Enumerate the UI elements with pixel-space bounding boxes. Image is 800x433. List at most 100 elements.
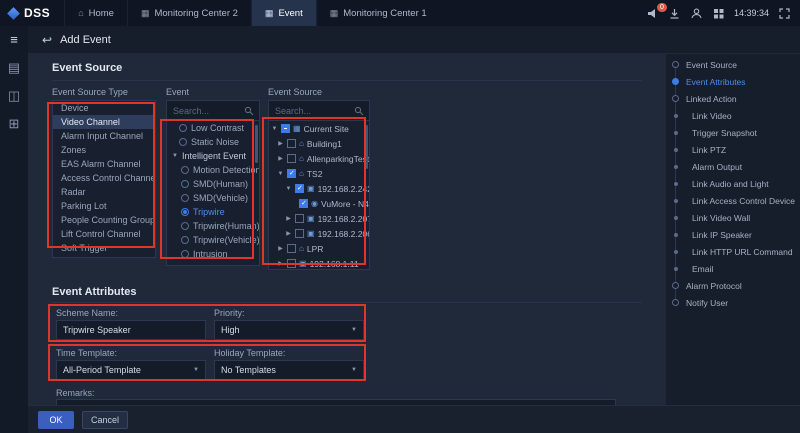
checkbox[interactable] <box>295 214 304 223</box>
event-option[interactable]: Tripwire(Human) <box>167 219 259 233</box>
checkbox-checked[interactable] <box>299 199 308 208</box>
tree-node-building1[interactable]: ▶ ⌂ Building1 <box>269 136 369 151</box>
nav-email[interactable]: Email <box>670 260 800 277</box>
dropdown-arrow-icon: ▼ <box>193 367 199 373</box>
tree-node-label: AllenparkingTest <box>307 154 369 164</box>
event-option[interactable]: Intrusion <box>167 247 259 261</box>
monitor-panel-icon[interactable]: ▤ <box>8 61 20 74</box>
nav-link-ip-speaker[interactable]: Link IP Speaker <box>670 226 800 243</box>
event-option[interactable]: SMD(Vehicle) <box>167 191 259 205</box>
event-option[interactable]: Static Noise <box>167 135 259 149</box>
tools-panel-icon[interactable]: ⊞ <box>9 117 20 130</box>
nav-alarm-output[interactable]: Alarm Output <box>670 158 800 175</box>
tree-node-device-242[interactable]: ▼ ▣ 192.168.2.242 <box>269 181 369 196</box>
tab-monitoring-center-1[interactable]: ▦ Monitoring Center 1 <box>316 0 440 26</box>
nav-alarm-protocol[interactable]: Alarm Protocol <box>670 277 800 294</box>
dropdown-arrow-icon: ▼ <box>351 327 357 333</box>
tab-home[interactable]: ⌂ Home <box>64 0 127 26</box>
chevron-down-icon[interactable]: ▼ <box>271 126 278 132</box>
tree-node-device-112[interactable]: ▶ ▣ 192.168.1.11 <box>269 256 369 270</box>
tree-node-current-site[interactable]: ▼ ▦ Current Site <box>269 121 369 136</box>
chevron-right-icon[interactable]: ▶ <box>277 155 284 162</box>
nav-event-source[interactable]: Event Source <box>670 56 800 73</box>
event-option[interactable]: Low Contrast <box>167 121 259 135</box>
event-option-selected[interactable]: Tripwire <box>167 205 259 219</box>
nav-link-access-control-device[interactable]: Link Access Control Device <box>670 192 800 209</box>
chevron-right-icon[interactable]: ▶ <box>277 260 284 267</box>
tree-scrollbar[interactable] <box>365 125 368 169</box>
apps-icon[interactable] <box>712 7 725 20</box>
download-icon[interactable] <box>668 7 681 20</box>
column-label-event: Event <box>166 87 189 97</box>
camera-icon: ◉ <box>311 200 318 208</box>
chevron-down-icon[interactable]: ▼ <box>277 171 284 177</box>
source-type-item-selected[interactable]: Video Channel <box>53 115 155 129</box>
layers-panel-icon[interactable]: ◫ <box>8 89 20 102</box>
checkbox[interactable] <box>287 139 296 148</box>
event-option[interactable]: Motion Detection <box>167 163 259 177</box>
tree-node-label: 192.168.2.242 <box>318 184 370 194</box>
checkbox[interactable] <box>287 259 296 268</box>
chevron-down-icon[interactable]: ▼ <box>285 186 292 192</box>
tree-node-camera-vumore[interactable]: ◉ VuMore - N4... <box>269 196 369 211</box>
source-type-item[interactable]: Zones <box>53 143 155 157</box>
checkbox[interactable] <box>295 229 304 238</box>
checkbox[interactable] <box>287 244 296 253</box>
source-type-item[interactable]: Device <box>53 101 155 115</box>
chevron-right-icon[interactable]: ▶ <box>285 230 292 237</box>
tree-node-allenparkingtest[interactable]: ▶ ⌂ AllenparkingTest <box>269 151 369 166</box>
chevron-right-icon[interactable]: ▶ <box>285 215 292 222</box>
nav-link-video-wall[interactable]: Link Video Wall <box>670 209 800 226</box>
tab-event[interactable]: ▦ Event <box>251 0 316 26</box>
holiday-template-select[interactable]: No Templates ▼ <box>214 360 364 380</box>
source-type-item[interactable]: People Counting Group <box>53 213 155 227</box>
source-type-item[interactable]: Lift Control Channel <box>53 227 155 241</box>
chevron-right-icon[interactable]: ▶ <box>277 245 284 252</box>
source-type-item[interactable]: Parking Lot <box>53 199 155 213</box>
menu-icon[interactable]: ≡ <box>10 33 18 46</box>
tree-node-device-207[interactable]: ▶ ▣ 192.168.2.207 <box>269 211 369 226</box>
source-type-item[interactable]: Alarm Input Channel <box>53 129 155 143</box>
checkbox-checked[interactable] <box>295 184 304 193</box>
device-icon: ▣ <box>307 215 315 223</box>
chevron-right-icon[interactable]: ▶ <box>277 140 284 147</box>
time-template-select[interactable]: All-Period Template ▼ <box>56 360 206 380</box>
cancel-button[interactable]: Cancel <box>82 411 128 429</box>
source-type-item[interactable]: Access Control Channel <box>53 171 155 185</box>
back-icon[interactable]: ↩ <box>42 33 52 47</box>
scheme-name-input[interactable] <box>56 320 206 340</box>
source-type-item[interactable]: EAS Alarm Channel <box>53 157 155 171</box>
event-option[interactable]: SMD(Human) <box>167 177 259 191</box>
priority-select[interactable]: High ▼ <box>214 320 364 340</box>
nav-link-http-url-command[interactable]: Link HTTP URL Command <box>670 243 800 260</box>
site-icon: ▦ <box>293 125 301 133</box>
source-type-item[interactable]: Radar <box>53 185 155 199</box>
nav-link-ptz[interactable]: Link PTZ <box>670 141 800 158</box>
tree-node-lpr[interactable]: ▶ ⌂ LPR <box>269 241 369 256</box>
nav-link-audio-and-light[interactable]: Link Audio and Light <box>670 175 800 192</box>
tree-node-device-206[interactable]: ▶ ▣ 192.168.2.206 <box>269 226 369 241</box>
nav-linked-action[interactable]: Linked Action <box>670 90 800 107</box>
checkbox-checked[interactable] <box>287 169 296 178</box>
fullscreen-icon[interactable] <box>778 7 791 20</box>
nav-notify-user[interactable]: Notify User <box>670 294 800 311</box>
nav-trigger-snapshot[interactable]: Trigger Snapshot <box>670 124 800 141</box>
event-list-scrollbar[interactable] <box>255 125 258 163</box>
tab-monitoring-center-2[interactable]: ▦ Monitoring Center 2 <box>127 0 251 26</box>
nav-event-attributes[interactable]: Event Attributes <box>670 73 800 90</box>
tree-node-ts2[interactable]: ▼ ⌂ TS2 <box>269 166 369 181</box>
checkbox-indeterminate[interactable] <box>281 124 290 133</box>
source-type-list: Device Video Channel Alarm Input Channel… <box>52 100 156 258</box>
event-option-label: Tripwire(Vehicle) <box>193 235 260 245</box>
checkbox[interactable] <box>287 154 296 163</box>
alarm-sound-button[interactable]: 0 <box>646 7 659 20</box>
source-type-item[interactable]: Soft Trigger <box>53 241 155 255</box>
event-option-label: Motion Detection <box>193 165 260 175</box>
ok-button[interactable]: OK <box>38 411 74 429</box>
event-option[interactable]: Tripwire(Vehicle) <box>167 233 259 247</box>
user-icon[interactable] <box>690 7 703 20</box>
event-group-intelligent[interactable]: ▼ Intelligent Event <box>167 149 259 163</box>
nav-link-video[interactable]: Link Video <box>670 107 800 124</box>
event-option-label: Low Contrast <box>191 123 244 133</box>
nav-label: Link IP Speaker <box>692 230 752 240</box>
